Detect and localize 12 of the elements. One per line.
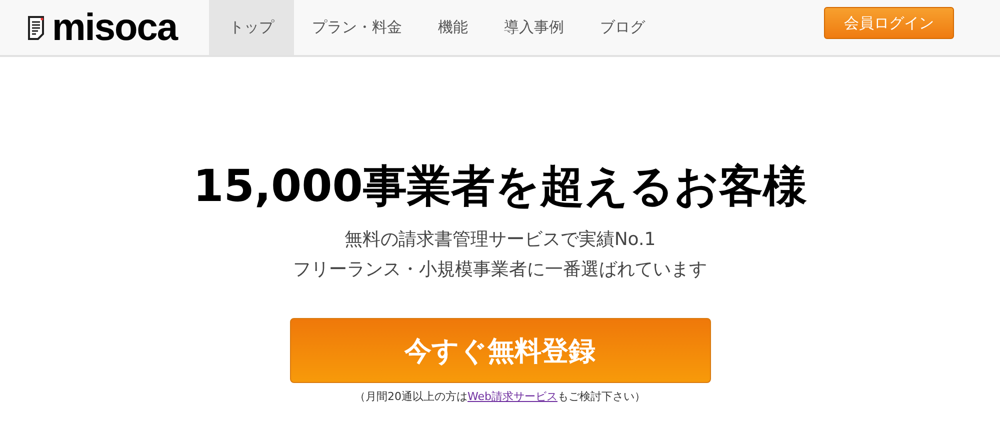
subtitle: 無料の請求書管理サービスで実績No.1 (344, 228, 656, 252)
nav-tab[interactable]: プラン・料金 (294, 0, 420, 55)
nav-tab[interactable]: トップ (209, 0, 294, 55)
nav-tab[interactable]: ブログ (582, 0, 663, 55)
note-text: （月間20通以上の方はWeb請求サービス もご検討下さい） (354, 389, 646, 404)
nav-tab[interactable]: 機能 (420, 0, 486, 55)
web-service-link[interactable]: Web請求サービス (468, 390, 558, 403)
logo-wordmark[interactable]: misoca (52, 8, 177, 46)
document-icon (28, 16, 46, 40)
subtitle: フリーランス・小規模事業者に一番選ばれています (293, 258, 707, 282)
headline: 15,000事業者を超えるお客様 (193, 160, 807, 214)
nav-tab[interactable]: 導入事例 (486, 0, 582, 55)
